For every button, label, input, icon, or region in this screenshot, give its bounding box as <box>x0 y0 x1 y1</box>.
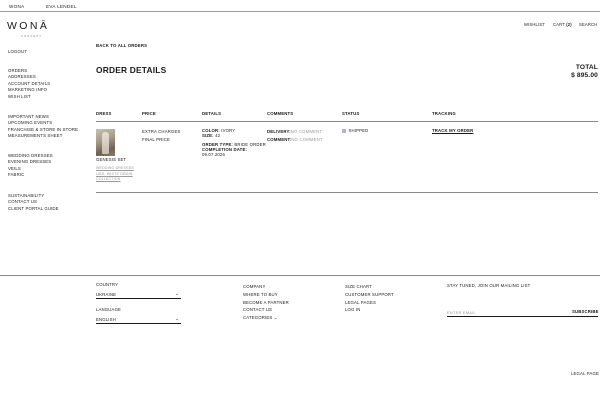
column-header-dress: DRESS <box>96 111 112 116</box>
sidebar-item-fabric[interactable]: FABRIC <box>8 172 53 178</box>
back-to-orders-link[interactable]: BACK TO ALL ORDERS <box>96 43 147 48</box>
logo-subtitle: CONCEPT <box>21 35 43 38</box>
wishlist-link[interactable]: WISHLIST <box>524 22 545 27</box>
language-value: ENGLISH <box>96 317 116 322</box>
brand-bar: WONA EVA LENDEL <box>0 0 600 12</box>
sidebar-catalog-menu: WEDDING DRESSES EVENING DRESSES VEILS FA… <box>8 153 53 179</box>
total-value: $ 895.00 <box>571 72 598 79</box>
extra-charges-label: EXTRA CHARGES <box>142 129 181 134</box>
language-select[interactable]: ENGLISH ⌄ <box>96 316 181 324</box>
completion-date-value: 09.07.2026 <box>202 152 226 158</box>
chevron-down-icon: ⌄ <box>175 291 179 297</box>
cart-count: (2) <box>566 22 572 27</box>
price-cell: EXTRA CHARGES FINAL PRICE <box>142 128 180 144</box>
sidebar-more-menu: SUSTAINABILITY CONTACT US CLIENT PORTAL … <box>8 193 59 212</box>
status-text: SHIPPED <box>348 128 369 133</box>
country-select[interactable]: UKRAINE ⌄ <box>96 291 181 299</box>
brand-tab-eva-lendel[interactable]: EVA LENDEL <box>46 4 77 9</box>
final-price-label: FINAL PRICE <box>142 137 170 142</box>
comments-cell: DELIVERY:NO COMMENT COMMENT:NO COMMENT <box>267 128 323 144</box>
color-value: IVORY <box>221 128 236 133</box>
country-value: UKRAINE <box>96 292 117 297</box>
sidebar-item-evening-dresses[interactable]: EVENING DRESSES <box>8 159 53 165</box>
subscribe-button[interactable]: SUBSCRIBE <box>572 309 599 314</box>
sidebar-account-menu: ORDERS ADDRESSES ACCOUNT DETAILS MARKETI… <box>8 68 50 100</box>
sidebar-item-client-portal-guide[interactable]: CLIENT PORTAL GUIDE <box>8 206 59 212</box>
column-header-comments: COMMENTS <box>267 111 294 116</box>
delivery-label: DELIVERY: <box>267 129 291 134</box>
site-logo[interactable]: WONĀ <box>7 20 49 32</box>
page-title: ORDER DETAILS <box>96 65 167 75</box>
size-value: 42 <box>215 133 221 139</box>
column-header-status: STATUS <box>342 111 360 116</box>
footer-link-legal-pages[interactable]: LEGAL PAGES <box>345 299 394 307</box>
footer-link-customer-support[interactable]: CUSTOMER SUPPORT <box>345 291 394 299</box>
delivery-comment: NO COMMENT <box>290 129 323 134</box>
comment-label: COMMENT: <box>267 137 292 142</box>
column-header-tracking: TRACKING <box>432 111 456 116</box>
footer-divider <box>0 275 600 276</box>
footer-link-company[interactable]: COMPANY <box>243 283 289 291</box>
details-cell: COLOR: IVORY SIZE: 42 ORDER TYPE: BRIDE … <box>202 128 266 158</box>
footer-links-col2: SIZE CHART CUSTOMER SUPPORT LEGAL PAGES … <box>345 283 394 314</box>
status-badge: SHIPPED <box>342 128 368 134</box>
categories-label: CATEGORIES <box>243 315 273 321</box>
footer-links-col1: COMPANY WHERE TO BUY BECOME A PARTNER CO… <box>243 283 289 322</box>
footer-link-become-partner[interactable]: BECOME A PARTNER <box>243 299 289 307</box>
cart-label: CART <box>553 22 565 27</box>
dress-thumbnail[interactable] <box>96 129 115 156</box>
dress-name: GENESIS SET <box>96 157 127 162</box>
column-header-price: PRICE <box>142 111 156 116</box>
mailing-list-label: STAY TUNED, JOIN OUR MAILING LIST <box>447 283 531 288</box>
column-header-details: DETAILS <box>202 111 222 116</box>
chevron-down-icon: ⌄ <box>273 315 278 321</box>
tag-wedding-dresses[interactable]: WEDDING DRESSES <box>96 166 134 170</box>
table-row-divider <box>96 192 598 193</box>
chevron-down-icon: ⌄ <box>175 316 179 322</box>
order-comment: NO COMMENT <box>291 137 323 142</box>
country-label: COUNTRY <box>96 282 119 287</box>
footer-link-categories[interactable]: CATEGORIES ⌄ <box>243 314 289 322</box>
cart-link[interactable]: CART (2) <box>553 22 572 27</box>
dress-tags: WEDDING DRESSES LIBS, WHITE DEMIN COLLEC… <box>96 166 134 182</box>
sidebar-item-wish-list[interactable]: WISH LIST <box>8 94 50 100</box>
size-label: SIZE: <box>202 133 214 139</box>
status-indicator-icon <box>342 128 346 133</box>
sidebar-item-measurements-sheet[interactable]: MEASUREMENTS SHEET <box>8 133 78 139</box>
sidebar-info-menu: IMPORTANT NEWS UPCOMING EVENTS FRANCHISE… <box>8 114 78 140</box>
sidebar-item-marketing-info[interactable]: MARKETING INFO <box>8 87 50 93</box>
tag-white[interactable]: WHITE <box>107 172 119 176</box>
footer-link-size-chart[interactable]: SIZE CHART <box>345 283 394 291</box>
brand-tab-wona[interactable]: WONA <box>9 4 25 9</box>
footer-link-where-to-buy[interactable]: WHERE TO BUY <box>243 291 289 299</box>
footer-link-contact-us[interactable]: CONTACT US <box>243 306 289 314</box>
tag-libs[interactable]: LIBS <box>96 172 104 176</box>
table-header-divider <box>96 121 598 122</box>
total-label: TOTAL <box>575 64 598 71</box>
track-order-link[interactable]: TRACK MY ORDER <box>432 128 473 134</box>
legal-page-link[interactable]: LEGAL PAGE <box>571 371 599 376</box>
language-label: LANGUAGE <box>96 307 122 312</box>
footer-link-log-in[interactable]: LOG IN <box>345 306 394 314</box>
search-link[interactable]: SEARCH <box>579 22 597 27</box>
logout-link[interactable]: LOGOUT <box>8 49 27 55</box>
